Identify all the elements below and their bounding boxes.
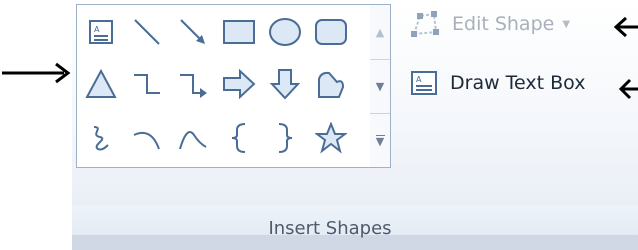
dropdown-caret-icon: ▼ [562, 18, 571, 30]
draw-text-box-label: Draw Text Box [450, 72, 586, 94]
scroll-up-button[interactable]: ▲ [370, 5, 390, 60]
chevron-up-icon: ▲ [375, 25, 385, 39]
edit-shape-button[interactable]: Edit Shape ▼ [410, 10, 570, 38]
rounded-rectangle-shape[interactable] [311, 11, 351, 53]
arc-shape[interactable] [127, 117, 167, 159]
shapes-gallery: A [76, 4, 372, 168]
arrow-line-shape[interactable] [173, 11, 213, 53]
draw-text-box-button[interactable]: A Draw Text Box [410, 70, 585, 96]
freeform-shape[interactable] [311, 63, 351, 105]
text-box-shape[interactable]: A [81, 11, 121, 53]
gallery-more-button[interactable]: ▼ [370, 113, 390, 167]
left-brace-shape[interactable] [219, 117, 259, 159]
annotation-arrow-draw-text-box [618, 78, 638, 100]
scribble-shape[interactable] [81, 117, 121, 159]
annotation-arrow-edit-shape [613, 16, 638, 38]
rectangle-shape[interactable] [219, 11, 259, 53]
svg-text:A: A [94, 25, 100, 34]
gallery-scrollbar: ▲ ▼ ▼ [370, 4, 391, 168]
text-box-icon: A [411, 71, 437, 95]
curve-shape[interactable] [173, 117, 213, 159]
triangle-shape[interactable] [81, 63, 121, 105]
edit-shape-icon [411, 11, 439, 37]
scroll-down-button[interactable]: ▼ [370, 59, 390, 114]
star-shape[interactable] [311, 117, 351, 159]
right-brace-shape[interactable] [265, 117, 305, 159]
svg-text:A: A [416, 75, 422, 84]
line-shape[interactable] [127, 11, 167, 53]
edit-shape-label: Edit Shape [452, 13, 555, 35]
oval-shape[interactable] [265, 11, 305, 53]
elbow-connector-shape[interactable] [127, 63, 167, 105]
annotation-arrow-left [2, 62, 71, 84]
down-arrow-shape[interactable] [265, 63, 305, 105]
expand-gallery-icon: ▼ [375, 135, 385, 148]
right-arrow-shape[interactable] [219, 63, 259, 105]
group-label: Insert Shapes [268, 218, 392, 239]
elbow-arrow-connector-shape[interactable] [173, 63, 213, 105]
chevron-down-icon: ▼ [375, 79, 385, 93]
